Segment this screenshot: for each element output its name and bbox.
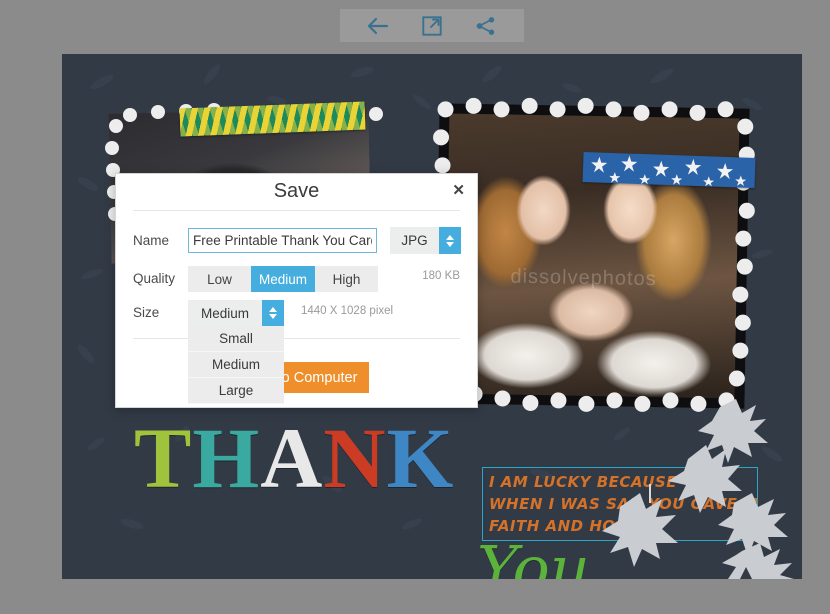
size-dropdown-menu: Small Medium Large	[188, 326, 284, 404]
open-external-icon	[422, 15, 442, 36]
app-root: dissolvephotos T H A N K You I AM LUCKY …	[0, 0, 830, 614]
size-select-value: Medium	[200, 305, 249, 321]
quality-option-low[interactable]: Low	[188, 266, 251, 292]
file-size-text: 180 KB	[422, 270, 460, 282]
quality-option-medium[interactable]: Medium	[251, 266, 316, 292]
name-label: Name	[133, 233, 170, 248]
open-external-button[interactable]	[419, 14, 445, 38]
dimensions-text: 1440 X 1028 pixel	[301, 305, 394, 317]
headline-letter-n: N	[323, 410, 385, 506]
dialog-divider-bottom	[133, 338, 460, 339]
photo-two-girls-heart[interactable]: dissolvephotos	[429, 97, 755, 412]
share-icon	[476, 16, 495, 35]
back-button[interactable]	[365, 14, 391, 38]
close-icon[interactable]: ✕	[452, 183, 465, 198]
headline-letter-h: H	[192, 410, 259, 506]
washi-tape-blue-stars[interactable]	[582, 152, 756, 188]
fotojet-watermark: FOTOJET	[200, 577, 297, 579]
decorative-flowers	[602, 399, 794, 579]
size-option-small[interactable]: Small	[188, 326, 284, 352]
top-toolbar	[340, 9, 524, 42]
quality-label: Quality	[133, 271, 176, 286]
dialog-title: Save	[273, 180, 320, 202]
format-select-value: JPG	[401, 233, 428, 248]
save-dialog: Save ✕ Name JPG Quality Low Medium High …	[115, 173, 478, 408]
share-button[interactable]	[473, 14, 499, 38]
size-option-large[interactable]: Large	[188, 378, 284, 404]
headline-thank[interactable]: T H A N K	[134, 410, 454, 506]
format-stepper-icon[interactable]	[439, 227, 461, 254]
headline-letter-k: K	[386, 410, 454, 506]
headline-letter-t: T	[134, 410, 191, 506]
headline-letter-a: A	[260, 410, 322, 506]
quality-option-high[interactable]: High	[315, 266, 378, 292]
size-option-medium[interactable]: Medium	[188, 352, 284, 378]
quality-toggle-group: Low Medium High	[188, 266, 379, 292]
size-stepper-icon[interactable]	[262, 299, 284, 327]
dialog-divider-top	[133, 210, 460, 211]
file-name-input[interactable]	[188, 228, 377, 253]
size-label: Size	[133, 305, 160, 320]
size-select[interactable]: Medium	[188, 299, 284, 327]
star-pattern	[591, 155, 747, 187]
back-icon	[367, 17, 389, 34]
format-select[interactable]: JPG	[390, 227, 461, 254]
